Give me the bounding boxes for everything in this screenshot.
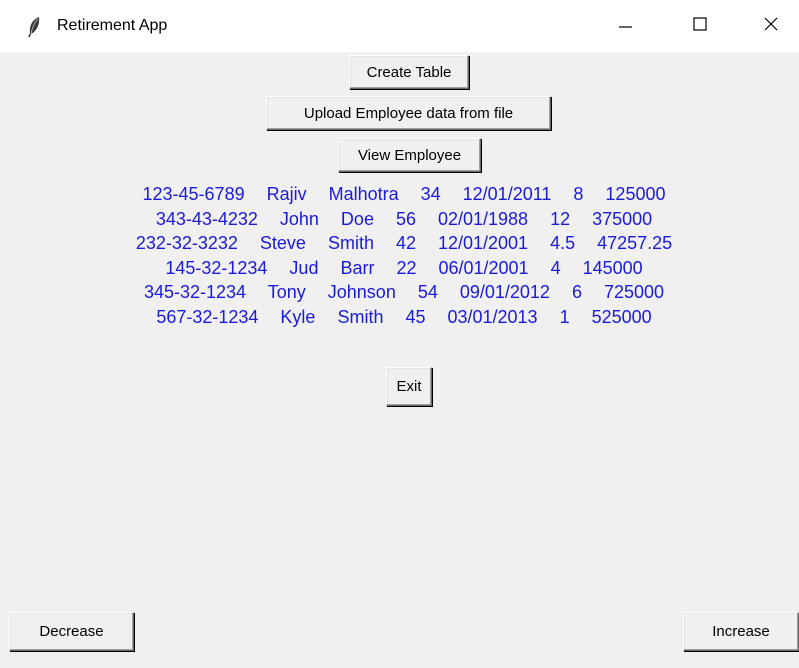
employee-list: 123-45-6789 Rajiv Malhotra 34 12/01/2011…: [9, 182, 799, 329]
employee-row: 145-32-1234 Jud Barr 22 06/01/2001 4 145…: [165, 257, 643, 278]
close-icon: [764, 17, 778, 36]
employee-row: 343-43-4232 John Doe 56 02/01/1988 12 37…: [155, 208, 653, 229]
maximize-icon: [693, 16, 707, 36]
maximize-button[interactable]: [672, 0, 728, 52]
minimize-icon: [618, 17, 632, 36]
increase-button[interactable]: Increase: [683, 612, 799, 651]
employee-row: 123-45-6789 Rajiv Malhotra 34 12/01/2011…: [142, 184, 666, 204]
exit-button[interactable]: Exit: [386, 367, 432, 406]
upload-employee-data-button[interactable]: Upload Employee data from file: [266, 96, 551, 130]
create-table-button[interactable]: Create Table: [349, 55, 469, 89]
feather-icon: [26, 16, 42, 38]
view-employee-button[interactable]: View Employee: [338, 138, 481, 172]
employee-row: 567-32-1234 Kyle Smith 45 03/01/2013 1 5…: [156, 306, 652, 327]
window-title: Retirement App: [57, 17, 168, 34]
decrease-button[interactable]: Decrease: [9, 612, 134, 651]
close-button[interactable]: [743, 0, 799, 52]
retirement-app-window: Retirement App Create Table Upload Emplo…: [0, 0, 799, 668]
title-bar[interactable]: Retirement App: [0, 0, 799, 52]
employee-row: 232-32-3232 Steve Smith 42 12/01/2001 4.…: [135, 233, 673, 253]
minimize-button[interactable]: [597, 0, 653, 52]
employee-row: 345-32-1234 Tony Johnson 54 09/01/2012 6…: [143, 282, 665, 302]
